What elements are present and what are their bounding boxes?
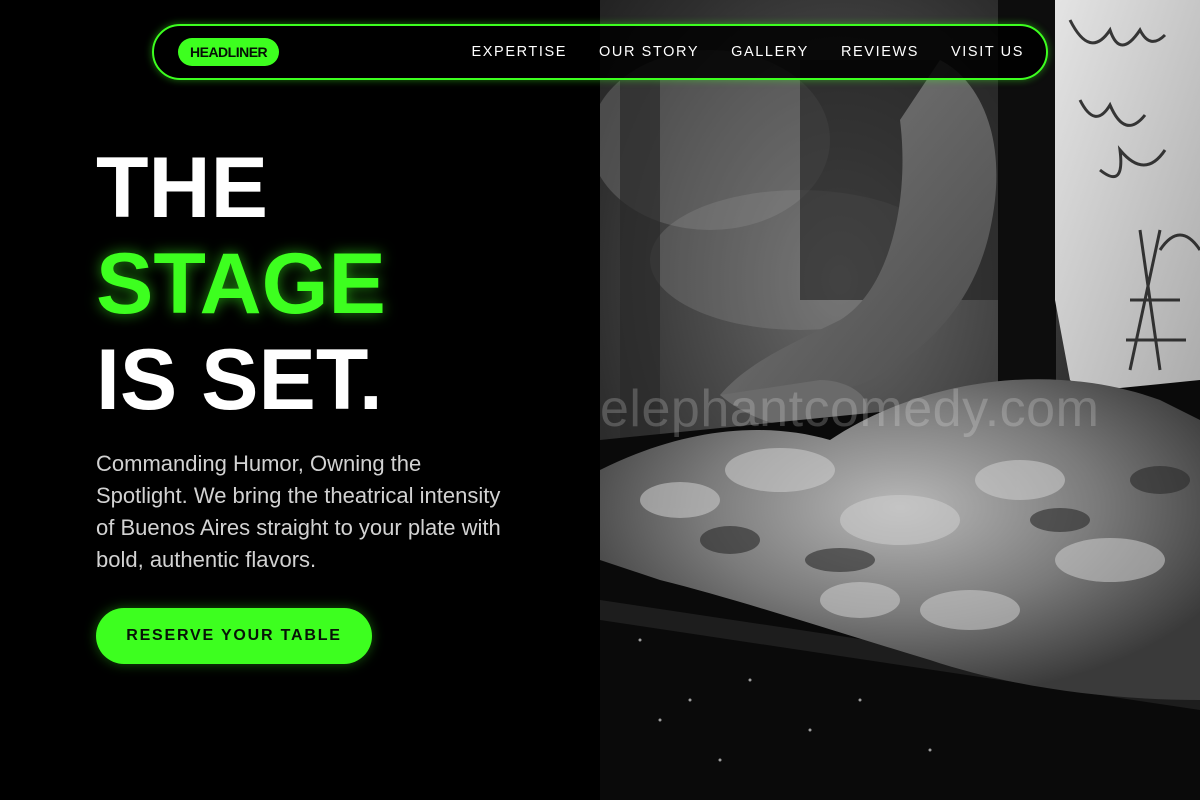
page: elephantcomedy.com HEADLINER EXPERTISE O… — [0, 0, 1200, 800]
headline-line-1: THE — [96, 140, 268, 236]
nav-link-our-story[interactable]: OUR STORY — [599, 44, 699, 60]
nav-link-expertise[interactable]: EXPERTISE — [472, 44, 568, 60]
headline-line-2: STAGE — [96, 236, 386, 332]
headline-line-3: IS SET. — [96, 332, 383, 428]
hero-headline: THE STAGE IS SET. — [96, 140, 386, 428]
hero-subtext: Commanding Humor, Owning the Spotlight. … — [96, 451, 501, 572]
nav-link-visit-us[interactable]: VISIT US — [951, 44, 1024, 60]
nav-links: EXPERTISE OUR STORY GALLERY REVIEWS VISI… — [472, 26, 1025, 78]
top-nav: HEADLINER EXPERTISE OUR STORY GALLERY RE… — [152, 24, 1048, 80]
nav-link-gallery[interactable]: GALLERY — [731, 44, 809, 60]
brand-logo[interactable]: HEADLINER — [178, 38, 280, 66]
hero-photo — [600, 0, 1200, 800]
reserve-table-button[interactable]: RESERVE YOUR TABLE — [96, 608, 372, 664]
nav-link-reviews[interactable]: REVIEWS — [841, 44, 919, 60]
